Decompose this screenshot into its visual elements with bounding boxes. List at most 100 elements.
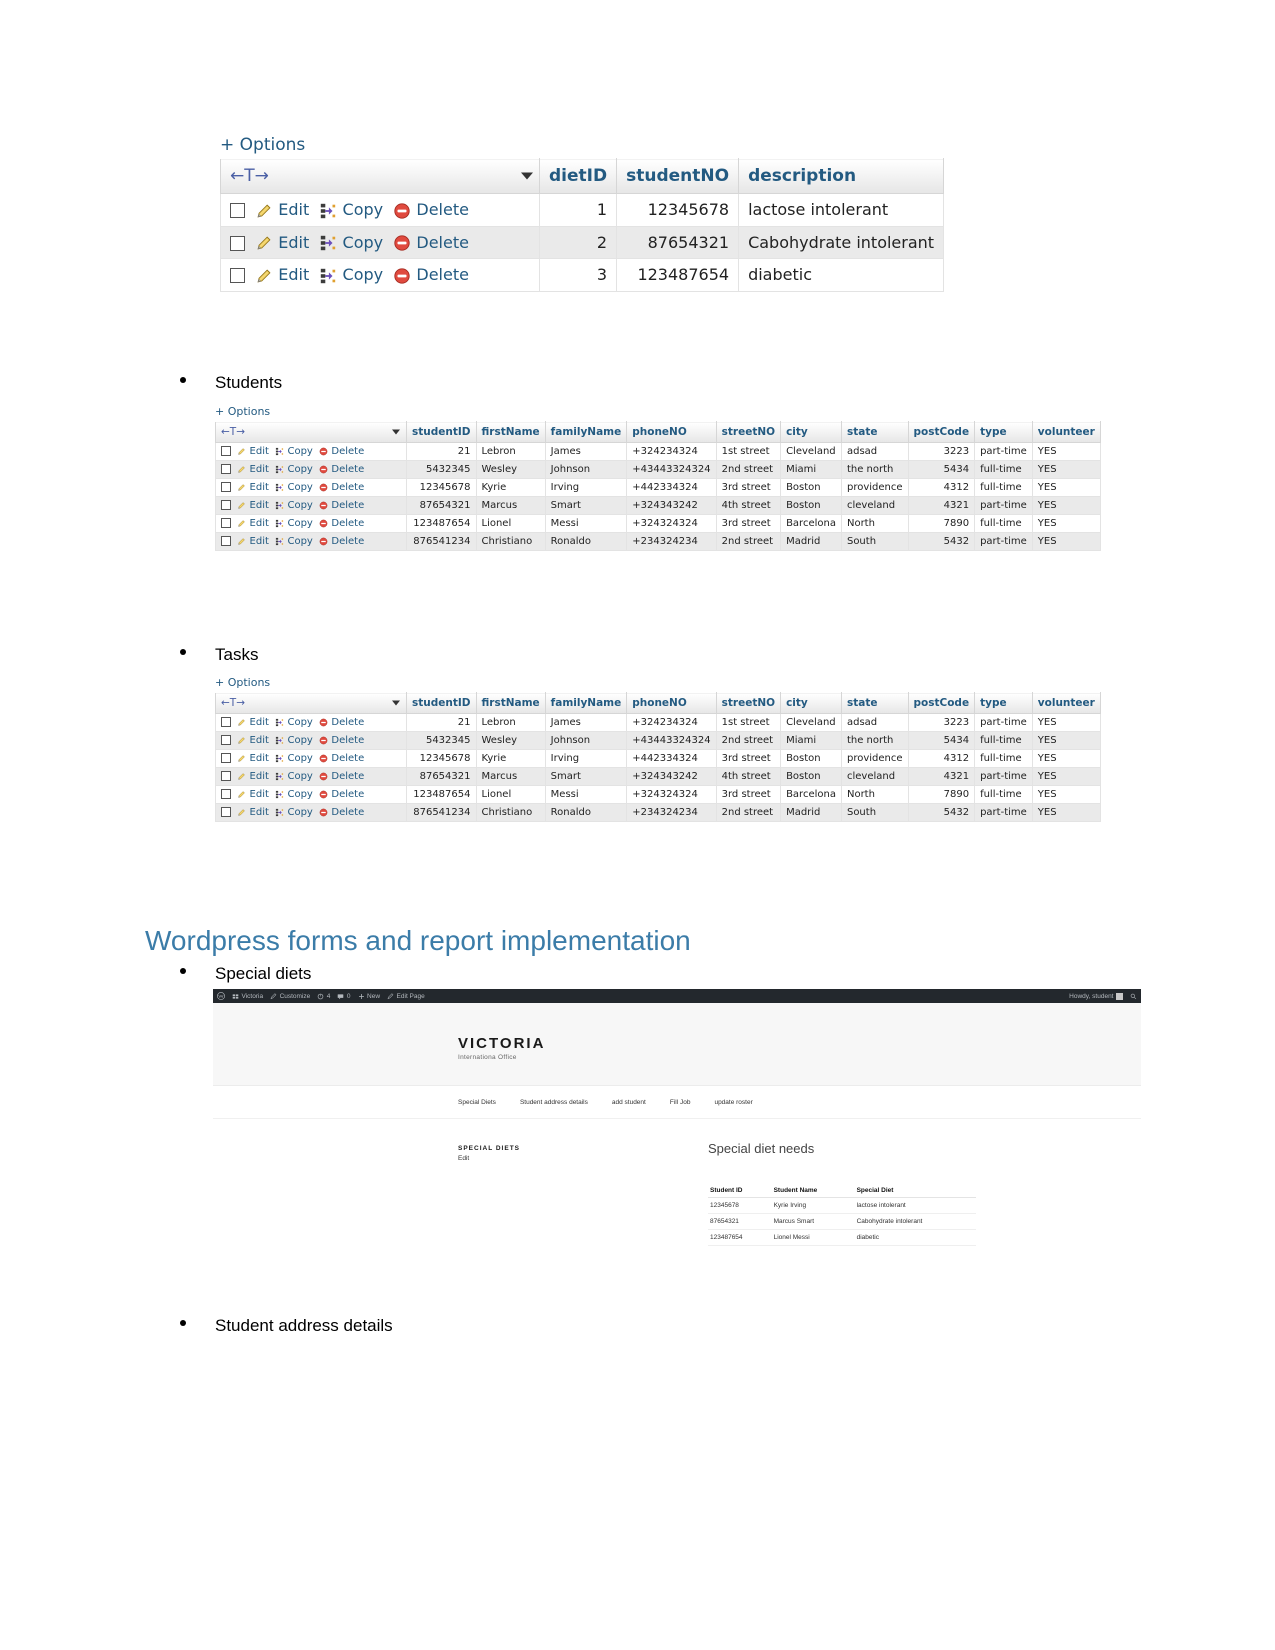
edit-pencil-icon[interactable] (237, 483, 246, 492)
delete-icon[interactable] (319, 447, 328, 456)
copy-icon[interactable] (275, 736, 284, 745)
copy-icon[interactable] (319, 267, 337, 285)
copy-link[interactable]: Copy (287, 717, 312, 728)
copy-link[interactable]: Copy (287, 753, 312, 764)
col-city[interactable]: city (780, 421, 842, 443)
edit-link[interactable]: Edit (250, 717, 269, 728)
options-toggle-tasks[interactable]: + Options (215, 676, 1101, 689)
edit-link[interactable]: Edit (278, 233, 309, 252)
edit-pencil-icon[interactable] (237, 537, 246, 546)
row-select-checkbox[interactable] (230, 268, 245, 283)
nav-item-fill-job[interactable]: Fill Job (670, 1099, 691, 1106)
delete-icon[interactable] (319, 501, 328, 510)
edit-link[interactable]: Edit (278, 200, 309, 219)
row-select-checkbox[interactable] (221, 500, 231, 510)
delete-link[interactable]: Delete (331, 500, 364, 511)
row-select-checkbox[interactable] (221, 789, 231, 799)
delete-icon[interactable] (319, 790, 328, 799)
col-city[interactable]: city (780, 692, 842, 714)
delete-icon[interactable] (319, 519, 328, 528)
delete-icon[interactable] (319, 537, 328, 546)
chevron-down-icon[interactable] (392, 429, 400, 435)
diet-col-dietid[interactable]: dietID (538, 158, 618, 194)
table-row[interactable]: Edit Copy Delete 123487654 Lionel Messi +324… (215, 514, 1101, 533)
copy-icon[interactable] (275, 790, 284, 799)
col-phoneno[interactable]: phoneNO (626, 692, 717, 714)
copy-link[interactable]: Copy (343, 200, 384, 219)
copy-link[interactable]: Copy (287, 771, 312, 782)
table-row[interactable]: Edit Copy Delete 12345678 Kyrie Irving +4423… (215, 749, 1101, 768)
table-row[interactable]: Edit Copy Delete 87654321 Marcus Smart +3243… (215, 496, 1101, 515)
delete-icon[interactable] (319, 772, 328, 781)
delete-link[interactable]: Delete (416, 265, 469, 284)
tasks-sort-header[interactable]: ←T→ (215, 692, 407, 714)
row-select-checkbox[interactable] (221, 771, 231, 781)
copy-icon[interactable] (275, 754, 284, 763)
row-select-checkbox[interactable] (221, 464, 231, 474)
row-select-checkbox[interactable] (221, 482, 231, 492)
edit-link[interactable]: Edit (250, 789, 269, 800)
copy-icon[interactable] (275, 519, 284, 528)
col-phoneno[interactable]: phoneNO (626, 421, 717, 443)
copy-icon[interactable] (275, 501, 284, 510)
edit-pencil-icon[interactable] (237, 736, 246, 745)
wp-my-account-menu[interactable]: Howdy, student (1069, 992, 1123, 1000)
edit-pencil-icon[interactable] (237, 501, 246, 510)
col-volunteer[interactable]: volunteer (1031, 692, 1101, 714)
delete-icon[interactable] (319, 808, 328, 817)
copy-link[interactable]: Copy (287, 464, 312, 475)
delete-link[interactable]: Delete (416, 233, 469, 252)
copy-link[interactable]: Copy (343, 233, 384, 252)
copy-link[interactable]: Copy (287, 446, 312, 457)
col-type[interactable]: type (974, 692, 1033, 714)
copy-link[interactable]: Copy (287, 807, 312, 818)
delete-link[interactable]: Delete (331, 464, 364, 475)
row-select-checkbox[interactable] (230, 203, 245, 218)
wp-search-icon[interactable] (1130, 993, 1137, 1000)
students-sort-header[interactable]: ←T→ (215, 421, 407, 443)
row-select-checkbox[interactable] (221, 536, 231, 546)
edit-link[interactable]: Edit (250, 807, 269, 818)
col-streetno[interactable]: streetNO (715, 421, 782, 443)
table-row[interactable]: Edit Copy Delete 21 Lebron James +324234324 1… (215, 442, 1101, 461)
row-select-checkbox[interactable] (221, 807, 231, 817)
nav-item-student-address-details[interactable]: Student address details (520, 1099, 588, 1106)
edit-pencil-icon[interactable] (237, 808, 246, 817)
delete-link[interactable]: Delete (331, 717, 364, 728)
options-toggle-students[interactable]: + Options (215, 405, 1101, 418)
delete-icon[interactable] (319, 754, 328, 763)
edit-link[interactable]: Edit (250, 753, 269, 764)
edit-pencil-icon[interactable] (237, 465, 246, 474)
edit-link[interactable]: Edit (250, 446, 269, 457)
delete-link[interactable]: Delete (331, 771, 364, 782)
delete-icon[interactable] (319, 718, 328, 727)
delete-link[interactable]: Delete (331, 735, 364, 746)
col-type[interactable]: type (974, 421, 1033, 443)
options-toggle-diet[interactable]: + Options (220, 135, 944, 155)
col-familyname[interactable]: familyName (544, 421, 628, 443)
col-volunteer[interactable]: volunteer (1031, 421, 1101, 443)
edit-link[interactable]: Edit (250, 735, 269, 746)
delete-icon[interactable] (393, 234, 411, 252)
col-studentid[interactable]: studentID (406, 421, 477, 443)
row-select-checkbox[interactable] (221, 717, 231, 727)
table-row[interactable]: Edit Copy Delete 3 123487654 diabetic (220, 258, 945, 292)
edit-page-link[interactable]: Edit (458, 1155, 520, 1162)
copy-icon[interactable] (275, 537, 284, 546)
nav-item-update-roster[interactable]: update roster (714, 1099, 752, 1106)
edit-link[interactable]: Edit (250, 500, 269, 511)
table-row[interactable]: Edit Copy Delete 5432345 Wesley Johnson +434… (215, 731, 1101, 750)
edit-pencil-icon[interactable] (255, 202, 273, 220)
col-studentid[interactable]: studentID (406, 692, 477, 714)
copy-icon[interactable] (275, 772, 284, 781)
col-streetno[interactable]: streetNO (715, 692, 782, 714)
copy-link[interactable]: Copy (287, 789, 312, 800)
edit-pencil-icon[interactable] (255, 267, 273, 285)
edit-pencil-icon[interactable] (237, 519, 246, 528)
delete-link[interactable]: Delete (331, 518, 364, 529)
col-state[interactable]: state (840, 692, 909, 714)
copy-icon[interactable] (275, 718, 284, 727)
copy-icon[interactable] (275, 808, 284, 817)
copy-link[interactable]: Copy (287, 500, 312, 511)
table-row[interactable]: Edit Copy Delete 876541234 Christiano Ronal… (215, 803, 1101, 822)
